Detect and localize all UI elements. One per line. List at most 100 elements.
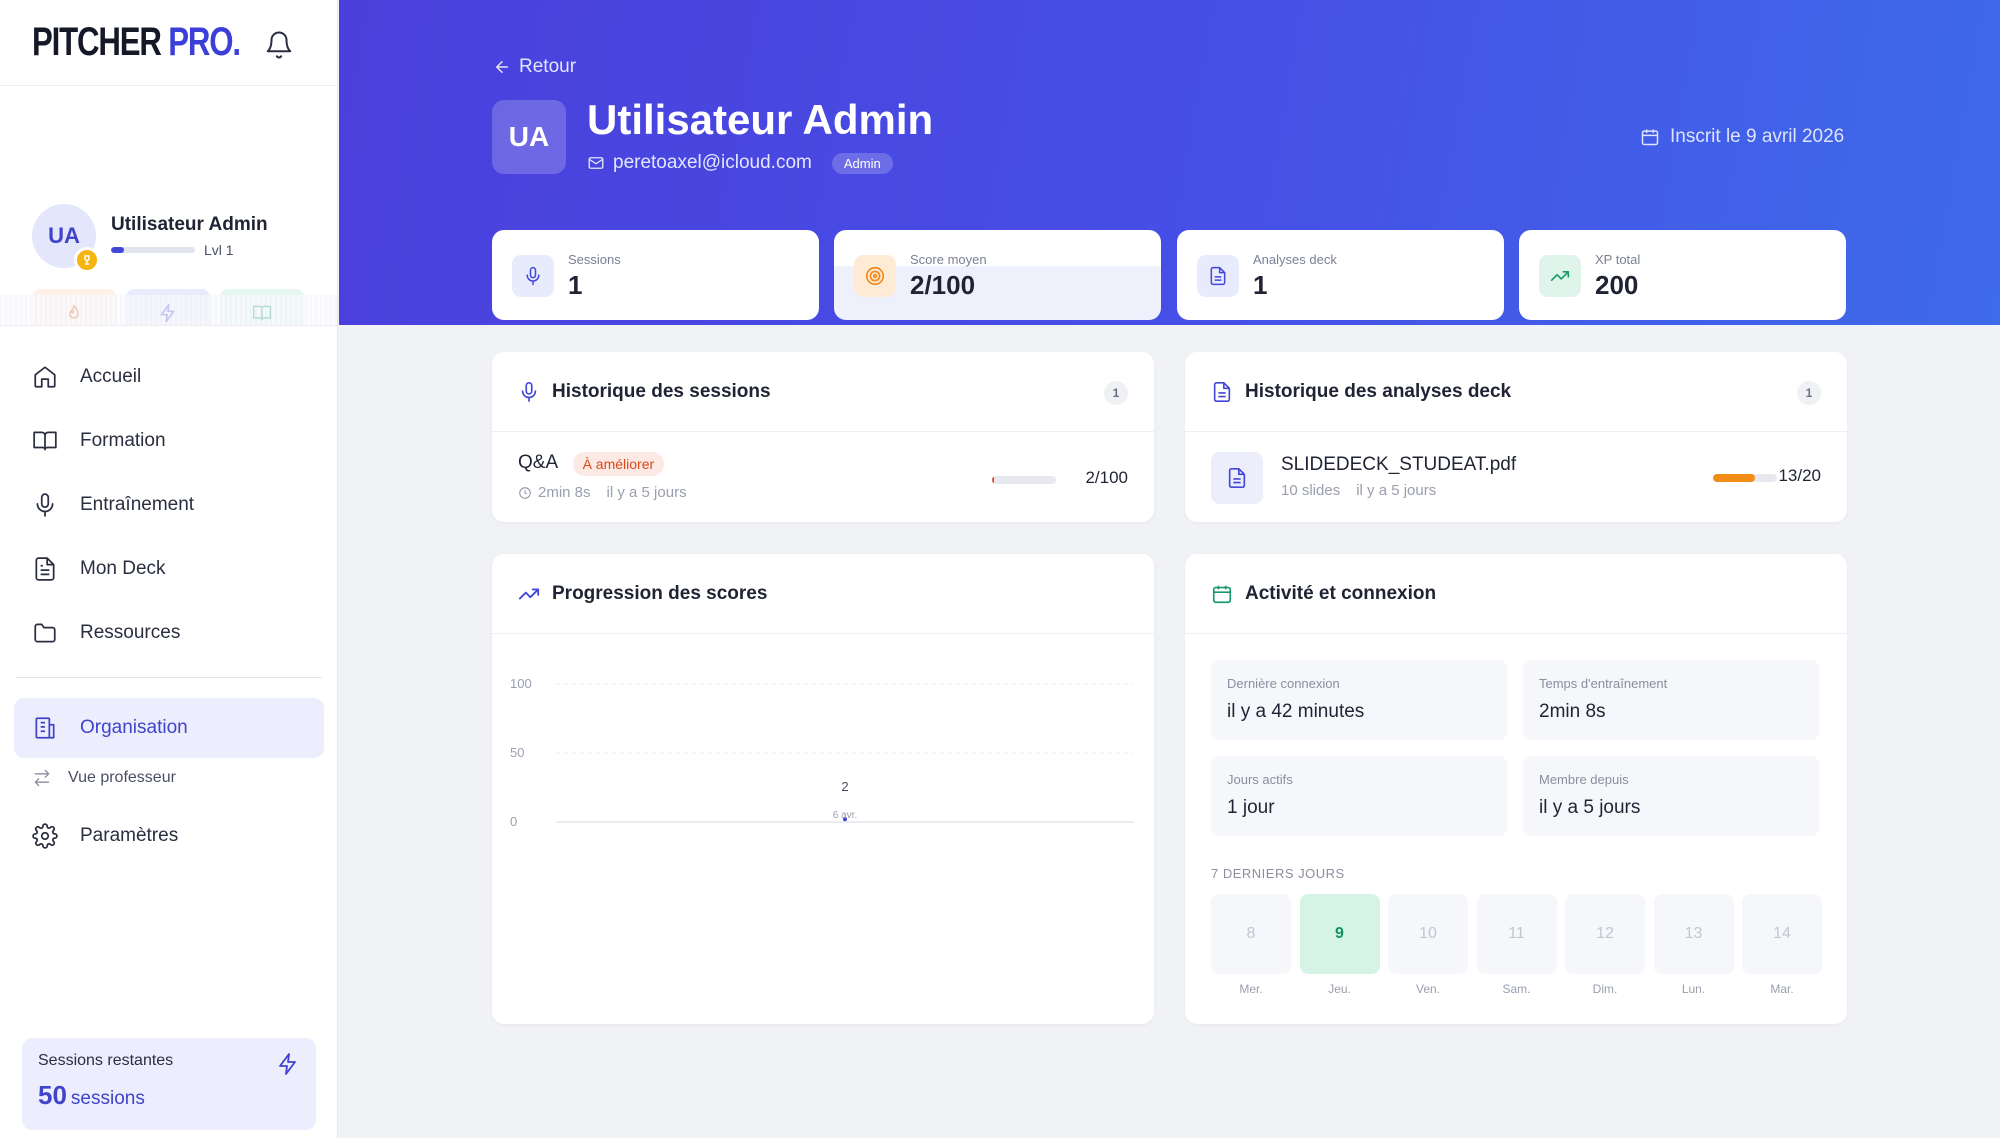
joined-date: Inscrit le 9 avril 2026 — [1640, 126, 1844, 148]
stat-card-analyses: Analyses deck 1 — [1177, 230, 1504, 320]
stat-label: XP total — [1595, 252, 1641, 267]
card-title: Historique des analyses deck — [1245, 380, 1512, 402]
activity-card: Activité et connexion Dernière connexion… — [1185, 554, 1847, 1024]
last-login-box: Dernière connexion il y a 42 minutes — [1211, 660, 1507, 740]
sidebar-header: PITCHER PRO. — [0, 0, 337, 86]
nav-item-organisation[interactable]: Organisation — [14, 698, 324, 758]
card-header: Progression des scores — [492, 554, 1154, 634]
day-cell: 11 — [1476, 894, 1557, 974]
nav-item-label: Formation — [80, 430, 166, 451]
stat-label: Score moyen — [910, 252, 987, 267]
days-title: 7 DERNIERS JOURS — [1211, 866, 1345, 881]
session-title: Q&A — [518, 452, 559, 474]
book-icon — [252, 305, 272, 320]
nav-item-label: Accueil — [80, 366, 142, 387]
stat-card-sessions: Sessions 1 — [492, 230, 819, 320]
card-title: Progression des scores — [552, 582, 768, 604]
microphone-icon — [521, 381, 537, 402]
x-tick-label: 6 avr. — [833, 810, 857, 821]
day-cell: 9 — [1299, 894, 1380, 974]
data-label: 2 — [841, 779, 848, 794]
score-progress-bar — [992, 476, 1056, 484]
profile-email: peretoaxel@icloud.com Admin — [587, 152, 893, 174]
nav-item-label: Vue professeur — [68, 769, 176, 786]
nav-item-label: Entraînement — [80, 494, 195, 515]
score-chart: 100 50 0 2 6 avr. — [510, 676, 1134, 829]
swap-icon — [34, 769, 50, 787]
level-label: Lvl 1 — [204, 242, 234, 258]
sessions-history-card: Historique des sessions 1 Q&A À améliore… — [492, 352, 1154, 522]
user-name: Utilisateur Admin — [111, 214, 268, 235]
nav-item-parametres[interactable]: Paramètres — [14, 804, 324, 868]
stat-value: 1 — [1253, 270, 1268, 300]
mail-icon — [588, 157, 604, 169]
book-icon — [33, 431, 57, 451]
card-header: Historique des sessions 1 — [492, 352, 1154, 432]
deck-date: il y a 5 jours — [1356, 482, 1437, 499]
app-logo[interactable]: PITCHER PRO. — [32, 20, 241, 65]
stat-value: 200 — [1595, 270, 1639, 300]
day-name: Jeu. — [1328, 982, 1351, 996]
active-days-box: Jours actifs 1 jour — [1211, 756, 1507, 836]
session-date: il y a 5 jours — [606, 484, 687, 501]
back-link[interactable]: Retour — [493, 56, 576, 78]
calendar-icon — [1641, 129, 1659, 146]
trophy-icon — [74, 247, 100, 273]
card-title: Activité et connexion — [1245, 582, 1437, 604]
day-cell: 8 — [1211, 894, 1291, 974]
deck-row[interactable]: SLIDEDECK_STUDEAT.pdf 10 slides il y a 5… — [1211, 452, 1821, 508]
building-icon — [35, 717, 55, 739]
arrow-left-icon — [496, 61, 508, 73]
nav-item-accueil[interactable]: Accueil — [14, 345, 324, 409]
remaining-sessions-title: Sessions restantes — [38, 1052, 174, 1069]
bolt-icon — [279, 1053, 296, 1075]
session-row[interactable]: Q&A À améliorer 2min 8s il y a 5 jours 2… — [518, 452, 1128, 512]
day-cell: 13 — [1653, 894, 1734, 974]
calendar-icon — [1212, 585, 1232, 603]
role-badge: Admin — [831, 152, 893, 174]
score-progress-bar — [1713, 474, 1777, 482]
count-badge: 1 — [1797, 381, 1821, 405]
nav-item-vue-professeur[interactable]: Vue professeur — [14, 758, 324, 798]
nav-item-formation[interactable]: Formation — [14, 409, 324, 473]
flame-icon — [69, 304, 79, 319]
y-tick-label: 50 — [510, 745, 524, 760]
nav-item-entrainement[interactable]: Entraînement — [14, 473, 324, 537]
day-name: Sam. — [1502, 982, 1531, 996]
folder-icon — [34, 623, 56, 643]
gear-icon — [32, 823, 58, 849]
stat-card-xp: XP total 200 — [1519, 230, 1846, 320]
count-badge: 1 — [1104, 381, 1128, 405]
day-cell: 12 — [1565, 894, 1645, 974]
nav-item-ressources[interactable]: Ressources — [14, 601, 324, 665]
remaining-sessions-count: 50 sessions — [38, 1080, 145, 1110]
nav-item-mon-deck[interactable]: Mon Deck — [14, 537, 324, 601]
trending-up-icon — [518, 588, 540, 599]
card-header: Activité et connexion — [1185, 554, 1847, 634]
remaining-sessions-card: Sessions restantes 50 sessions — [22, 1038, 316, 1130]
document-icon — [35, 557, 55, 581]
page-title: Utilisateur Admin — [587, 96, 934, 143]
day-name: Lun. — [1681, 982, 1706, 996]
microphone-icon — [512, 255, 554, 297]
nav-item-label: Mon Deck — [80, 558, 166, 579]
nav-divider — [16, 677, 322, 678]
day-name: Mar. — [1770, 982, 1794, 996]
user-summary: UA Utilisateur Admin Lvl 1 0 jours 200 X… — [0, 86, 337, 326]
deck-score: 13/20 — [1778, 466, 1821, 485]
day-cell: 10 — [1388, 894, 1468, 974]
bell-icon[interactable] — [264, 30, 294, 60]
document-icon — [1197, 255, 1239, 297]
deck-file-name: SLIDEDECK_STUDEAT.pdf — [1281, 454, 1517, 475]
document-icon — [1213, 381, 1231, 402]
stat-label: Analyses deck — [1253, 252, 1337, 267]
bolt-icon — [160, 303, 175, 322]
member-since-box: Membre depuis il y a 5 jours — [1523, 756, 1819, 836]
session-score: 2/100 — [1085, 468, 1128, 487]
target-icon — [854, 255, 896, 297]
training-time-box: Temps d'entraînement 2min 8s — [1523, 660, 1819, 740]
day-name: Dim. — [1592, 982, 1618, 996]
day-name: Mer. — [1239, 982, 1263, 996]
day-name: Ven. — [1415, 982, 1441, 996]
microphone-icon — [36, 493, 54, 517]
